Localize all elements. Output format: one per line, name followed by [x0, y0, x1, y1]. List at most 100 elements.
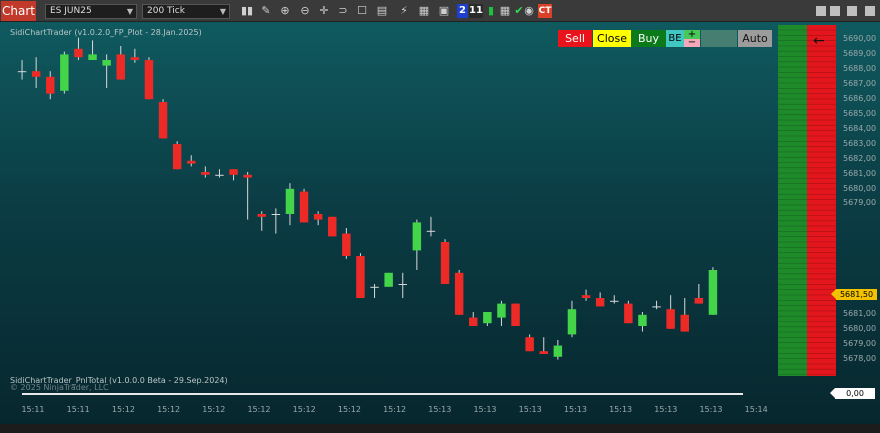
candle-body: [243, 174, 252, 178]
candle-body: [624, 303, 633, 324]
candle-body: [144, 60, 154, 100]
zoom-in-icon[interactable]: ⊕: [278, 4, 292, 18]
price-tick-label: 5678,00: [843, 354, 877, 363]
layout-icon[interactable]: ▮: [484, 4, 498, 18]
candle-body: [356, 256, 365, 298]
time-tick-label: 15:12: [337, 405, 361, 414]
close-button[interactable]: [865, 6, 875, 16]
candle-body: [102, 60, 111, 66]
candle-body: [116, 54, 125, 80]
candle-body: [158, 102, 168, 139]
candle-body: [426, 230, 436, 232]
price-tick-label: 5679,00: [843, 198, 877, 208]
candle-body: [454, 272, 464, 315]
horizontal-scrollbar[interactable]: [22, 393, 743, 395]
candlestick-chart: ←: [17, 25, 836, 376]
candle-body: [666, 309, 675, 329]
candle-body: [581, 295, 591, 298]
candle-body: [313, 214, 323, 220]
grid-icon[interactable]: ▦: [498, 4, 512, 18]
candle-body: [384, 272, 393, 287]
time-tick-label: 15:13: [473, 405, 497, 414]
maximize-button[interactable]: [847, 6, 857, 16]
badge-11[interactable]: 11: [469, 4, 483, 18]
badge-2[interactable]: 2: [457, 4, 468, 18]
time-tick-label: 15:12: [157, 405, 181, 414]
candle-body: [440, 242, 450, 284]
candle-body: [229, 169, 238, 175]
candle-body: [638, 314, 647, 326]
candle-body: [271, 214, 281, 215]
price-tick-label: 5682,00: [843, 153, 877, 163]
price-tick-label: 5679,00: [843, 339, 877, 348]
chart-trader-icon[interactable]: ▣: [437, 4, 451, 18]
time-tick-label: 15:12: [247, 405, 271, 414]
time-tick-label: 15:12: [383, 405, 407, 414]
candle-body: [610, 300, 619, 302]
price-tick-label: 5681,00: [843, 168, 877, 178]
candle-body: [130, 57, 140, 60]
candle-body: [680, 314, 689, 332]
chart-tab[interactable]: Chart: [1, 1, 36, 21]
price-tick-label: 5683,00: [843, 138, 877, 148]
zoom-out-icon[interactable]: ⊖: [298, 4, 312, 18]
time-tick-label: 15:12: [292, 405, 316, 414]
candle-body: [257, 214, 266, 217]
price-tick-label: 5684,00: [843, 123, 877, 133]
time-tick-label: 15:13: [428, 405, 452, 414]
time-tick-label: 15:12: [202, 405, 226, 414]
candle-body: [299, 191, 309, 223]
chart-panel[interactable]: SidiChartTrader (v1.0.2.0_FP_Plot - 28.J…: [0, 22, 880, 433]
ct-icon[interactable]: CT: [538, 4, 552, 18]
bar-style-icon[interactable]: ▮▮: [240, 4, 254, 18]
price-tick-label: 5680,00: [843, 324, 877, 333]
lines-icon[interactable]: ▤: [375, 4, 389, 18]
instrument-selector[interactable]: ES JUN25 ▼: [45, 4, 137, 19]
price-tick-label: 5690,00: [843, 34, 877, 43]
time-tick-label: 15:13: [654, 405, 678, 414]
price-tick-label: 5688,00: [843, 63, 877, 73]
candle-body: [398, 284, 407, 285]
candle-body: [60, 54, 69, 91]
candle-body: [497, 303, 506, 318]
candle-body: [187, 160, 196, 164]
period-selector[interactable]: 200 Tick ▼: [142, 4, 230, 19]
candle-body: [88, 54, 97, 60]
price-tick-label: 5680,00: [843, 183, 877, 193]
pencil-icon[interactable]: ✎: [259, 4, 273, 18]
candle-body: [567, 309, 577, 335]
time-tick-label: 15:14: [744, 405, 768, 414]
chevron-down-icon: ▼: [126, 7, 133, 16]
period-label: 200 Tick: [147, 6, 185, 16]
price-tick-label: 5689,00: [843, 48, 877, 58]
time-tick-label: 15:12: [111, 405, 135, 414]
time-tick-label: 15:13: [518, 405, 542, 414]
price-tick-label: 5685,00: [843, 108, 877, 118]
instrument-label: ES JUN25: [50, 6, 92, 16]
minimize-button[interactable]: [816, 6, 826, 16]
candle-body: [370, 286, 379, 288]
pin-icon[interactable]: ◉: [522, 4, 536, 18]
candle-body: [328, 216, 337, 237]
candle-body: [172, 144, 182, 170]
pnl-total-marker: 0,00: [830, 388, 875, 399]
price-tick-label: 5681,00: [843, 309, 877, 318]
crosshair-icon[interactable]: ✛: [317, 4, 331, 18]
time-tick-label: 15:13: [609, 405, 633, 414]
candle-body: [201, 172, 210, 175]
candle-body: [595, 298, 605, 307]
candle-body: [469, 317, 478, 326]
flash-icon[interactable]: ⚡: [397, 4, 411, 18]
price-tick-label: 5687,00: [843, 78, 877, 88]
properties-icon[interactable]: ▦: [417, 4, 431, 18]
hand-icon[interactable]: ☐: [355, 4, 369, 18]
tile-button[interactable]: [830, 6, 840, 16]
candle-body: [553, 345, 563, 357]
candle-body: [539, 351, 548, 354]
time-tick-label: 15:11: [66, 405, 90, 414]
back-arrow-icon: ←: [813, 33, 825, 49]
current-price-marker: 5681,50: [831, 289, 877, 300]
candle-body: [511, 303, 520, 326]
magnet-icon[interactable]: ⊃: [336, 4, 350, 18]
time-tick-label: 15:13: [563, 405, 587, 414]
